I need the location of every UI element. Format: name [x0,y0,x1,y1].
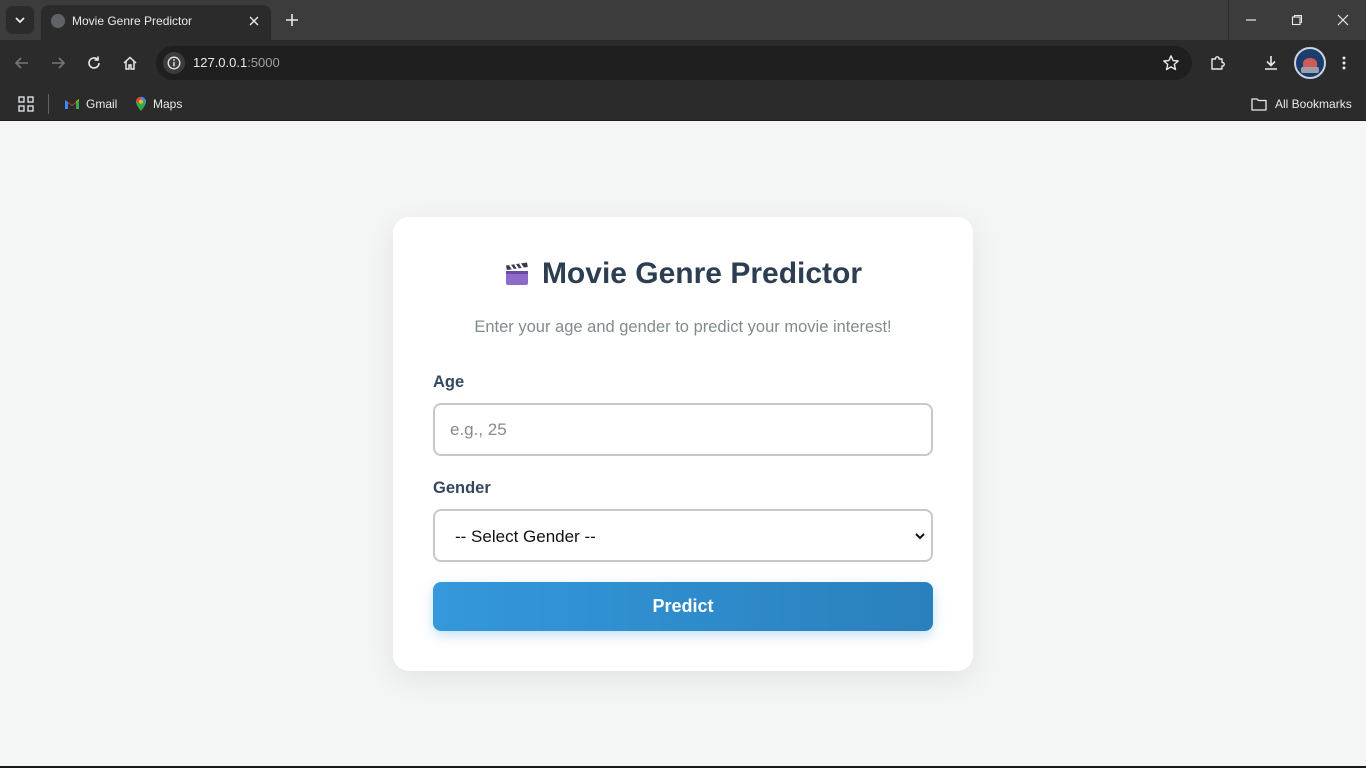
close-icon [249,16,259,26]
new-tab-button[interactable] [280,8,304,32]
avatar-base [1301,67,1319,73]
chevron-down-icon [915,533,925,540]
minimize-icon [1246,19,1256,21]
bookmark-label: Maps [153,97,183,111]
age-input[interactable] [433,403,933,456]
close-window-button[interactable] [1320,0,1366,40]
tab-strip: Movie Genre Predictor [0,0,1366,40]
more-vertical-icon [1342,56,1346,70]
all-bookmarks-label: All Bookmarks [1275,97,1352,111]
page-title: Movie Genre Predictor [393,257,973,291]
tab-close-button[interactable] [245,12,263,30]
address-url: 127.0.0.1:5000 [193,55,280,70]
page-title-text: Movie Genre Predictor [541,257,863,290]
bookmark-maps[interactable]: Maps [135,93,182,115]
folder-icon [1251,98,1267,111]
address-bar[interactable]: 127.0.0.1:5000 [156,46,1192,80]
reload-icon [88,56,100,69]
gmail-icon [65,99,79,109]
site-info-button[interactable] [163,52,185,74]
age-label: Age [433,373,465,391]
maps-icon [136,96,146,111]
browser-menu-button[interactable] [1331,50,1357,76]
back-button[interactable] [9,50,35,76]
home-button[interactable] [117,50,143,76]
restore-icon [1291,14,1303,26]
tab-search-button[interactable] [6,6,34,34]
download-icon [1265,56,1277,70]
active-tab[interactable]: Movie Genre Predictor [41,5,271,40]
page-subtitle: Enter your age and gender to predict you… [474,318,892,336]
arrow-left-icon [14,57,28,69]
address-host: 127.0.0.1 [193,55,248,70]
plus-icon [286,14,298,26]
extensions-button[interactable] [1205,50,1231,76]
arrow-right-icon [52,57,66,69]
close-icon [1337,14,1349,26]
gender-selected-value: -- Select Gender -- [455,527,596,546]
globe-icon [51,14,65,28]
browser-toolbar: 127.0.0.1:5000 [0,40,1366,86]
gender-label: Gender [433,479,491,497]
chevron-down-icon [15,17,25,24]
home-icon [123,56,137,70]
info-icon [167,56,181,70]
restore-button[interactable] [1274,0,1320,40]
page-viewport: Movie Genre Predictor Enter your age and… [0,121,1366,766]
gender-select[interactable]: -- Select Gender -- [433,509,933,562]
predict-button[interactable]: Predict [433,582,933,631]
bookmark-label: Gmail [86,97,118,111]
clapperboard-icon [504,261,530,287]
bookmark-star-button[interactable] [1162,54,1180,72]
tab-title: Movie Genre Predictor [72,14,193,28]
bookmark-gmail[interactable]: Gmail [64,93,117,115]
star-icon [1163,55,1179,71]
reload-button[interactable] [81,50,107,76]
downloads-button[interactable] [1258,50,1284,76]
puzzle-icon [1211,56,1225,70]
address-port: :5000 [247,55,280,70]
profile-avatar[interactable] [1294,47,1326,79]
bookmarks-separator [48,94,49,114]
minimize-button[interactable] [1228,0,1274,40]
all-bookmarks-button[interactable]: All Bookmarks [1251,93,1352,115]
predictor-card: Movie Genre Predictor Enter your age and… [393,217,973,671]
forward-button[interactable] [45,50,71,76]
apps-button[interactable] [17,95,35,113]
bookmarks-bar: Gmail Maps All Bookmarks [0,86,1366,121]
apps-grid-icon [18,96,34,112]
